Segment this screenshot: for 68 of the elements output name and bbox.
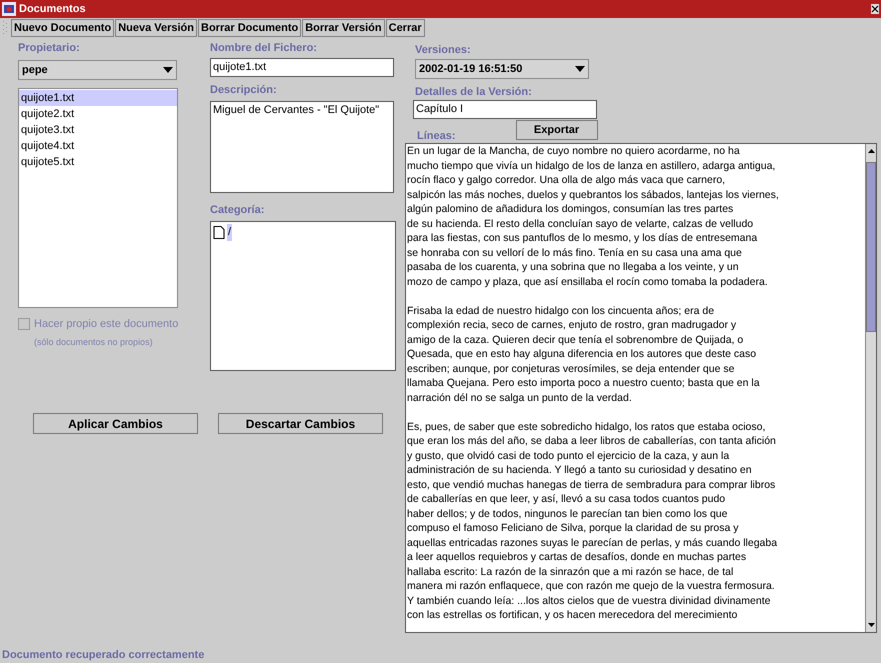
text-line: con las estrellas os fortifican, y os hacen merecedora del merecimiento <box>407 608 738 622</box>
text-line: haber dellos; y de todos, ningunos le parecían tan bien como los que <box>407 506 728 521</box>
text-line: manera mi razón enflaquece, que con razón me quejo de la vuestra fermosura. <box>407 579 776 594</box>
file-list-item[interactable]: quijote2.txt <box>19 106 177 122</box>
toolbar-button[interactable]: Borrar Versión <box>302 19 385 37</box>
field-label: Categoría: <box>210 203 266 217</box>
text-line: compuso el famoso Feliciano de Silva, porque la claridad de su prosa y <box>407 521 740 536</box>
owner-dropdown[interactable]: pepe <box>18 60 177 80</box>
text-line: amigo de la caza. Quieren decir que tenía el sobrenombre de Quijada, o <box>407 332 744 347</box>
scroll-thumb[interactable] <box>866 162 876 332</box>
file-list-item[interactable]: quijote3.txt <box>19 122 177 138</box>
text-line: hallaba escrito: La razón de la sinrazón que a mi razón se hace, de tal <box>407 564 734 579</box>
text-line: para las fiestas, con sus pantuflos de lo mesmo, y los días de entresemana <box>407 231 758 246</box>
app-icon <box>2 2 16 16</box>
toolbar-button[interactable]: Nuevo Documento <box>11 19 114 37</box>
tree-item[interactable]: / <box>227 224 232 240</box>
text-line: Frisaba la edad de nuestro hidalgo con los cincuenta años; era de <box>407 304 716 318</box>
toolbar-button[interactable]: Borrar Documento <box>198 19 302 37</box>
text-line: Y también cuando leía: ...los altos cielos que de vuestra divinidad divinamente <box>407 594 772 608</box>
file-icon <box>213 226 225 239</box>
text-line: aquellas entricadas razones suyas le parecían de perlas, y más cuando llegaba <box>407 536 778 550</box>
text-line: a leer aquellos requiebros y cartas de desafíos, donde en muchas partes <box>407 550 748 564</box>
text-line: pasaba de los cuarenta, y una sobrina que no llegaba a los veinte, y un <box>407 260 740 274</box>
window-title: Documentos <box>19 2 87 17</box>
scrollbar[interactable] <box>865 144 876 632</box>
version-dropdown[interactable]: 2002-01-19 16:51:50 <box>415 59 589 79</box>
status-text: Documento recuperado correctamente <box>1 648 206 663</box>
field-label: Líneas: <box>417 129 456 143</box>
file-list-item[interactable]: quijote1.txt <box>19 90 177 106</box>
text-line: administración de su hacienda. Y llegó a tanto su curiosidad y desatino en <box>407 463 753 478</box>
text-line: rocín flaco y galgo corredor. Una olla de algo más vaca que carnero, <box>407 173 726 188</box>
file-list-item[interactable]: quijote5.txt <box>19 154 177 170</box>
text-line: escriben; aunque, por conjeturas verosímiles, se deja entender que se <box>407 362 736 376</box>
text-line: llamaba Quejana. Pero esto importa poco a nuestro cuento; basta que en la <box>407 376 761 390</box>
field-label: Versiones: <box>415 43 472 57</box>
text-line: mucho tiempo que vivía un hidalgo de los de lanza en astillero, adarga antigua, <box>407 158 776 173</box>
checkbox-label: Hacer propio este documento <box>34 317 178 332</box>
text-line: complexión recia, seco de carnes, enjuto de rostro, gran madrugador y <box>407 318 738 332</box>
toolbar-button[interactable]: Cerrar <box>386 19 425 37</box>
text-line: de su hacienda. El resto della concluían sayo de velarte, calzas de velludo <box>407 216 754 231</box>
text-line: de caballerías en que leer, y así, llevó a su casa todos cuantos pudo <box>407 492 726 506</box>
text-line: mozo de campo y plaza, que así ensillaba el rocín como tomaba la podadera. <box>407 274 769 289</box>
field-label: Detalles de la Versión: <box>415 85 533 99</box>
text-line: que eran los más del año, se daba a leer libros de caballerías, con tanta afición <box>407 434 777 448</box>
description-field[interactable]: Miguel de Cervantes - "El Quijote" <box>210 101 394 193</box>
text-line: salpicón las más noches, duelos y quebrantos los sábados, lantejas los viernes, <box>407 188 780 202</box>
text-line: Es, pues, de saber que este sobredicho hidalgo, los ratos que estaba ocioso, <box>407 420 766 434</box>
file-list-item[interactable]: quijote4.txt <box>19 138 177 154</box>
text-line: algún palomino de añadidura los domingos, consumían las tres partes <box>407 202 734 216</box>
version-details-field[interactable]: Capítulo I <box>413 100 597 119</box>
toolbar-button[interactable]: Nueva Versión <box>115 19 198 37</box>
hint-text: (sólo documentos no propios) <box>33 336 154 349</box>
text-line: Quesada, que en esto hay alguna diferencia en los autores que deste caso <box>407 347 758 362</box>
export-button[interactable]: Exportar <box>516 120 598 140</box>
text-line: esto, que vendió muchas hanegas de tierra de sembradura para comprar libros <box>407 478 776 492</box>
caret-icon <box>163 67 173 73</box>
field-label: Propietario: <box>18 41 81 55</box>
text-line: narración dél no se salga un punto de la verdad. <box>407 390 633 405</box>
field-label: Descripción: <box>210 83 278 97</box>
field-label: Nombre del Fichero: <box>210 41 318 55</box>
action-button[interactable]: Aplicar Cambios <box>33 413 198 434</box>
text-line: se honraba con su vellorí de lo más fino. Tenía en su casa una ama que <box>407 246 743 260</box>
caret-icon <box>575 66 585 72</box>
close-icon[interactable] <box>871 4 879 14</box>
action-button[interactable]: Descartar Cambios <box>218 413 383 434</box>
text-line: y gusto, que olvidó casi de todo punto el ejercicio de la caza, y aun la <box>407 448 730 463</box>
file-name-field[interactable]: quijote1.txt <box>210 58 394 77</box>
text-line: En un lugar de la Mancha, de cuyo nombre no quiero acordarme, no ha <box>407 144 741 158</box>
